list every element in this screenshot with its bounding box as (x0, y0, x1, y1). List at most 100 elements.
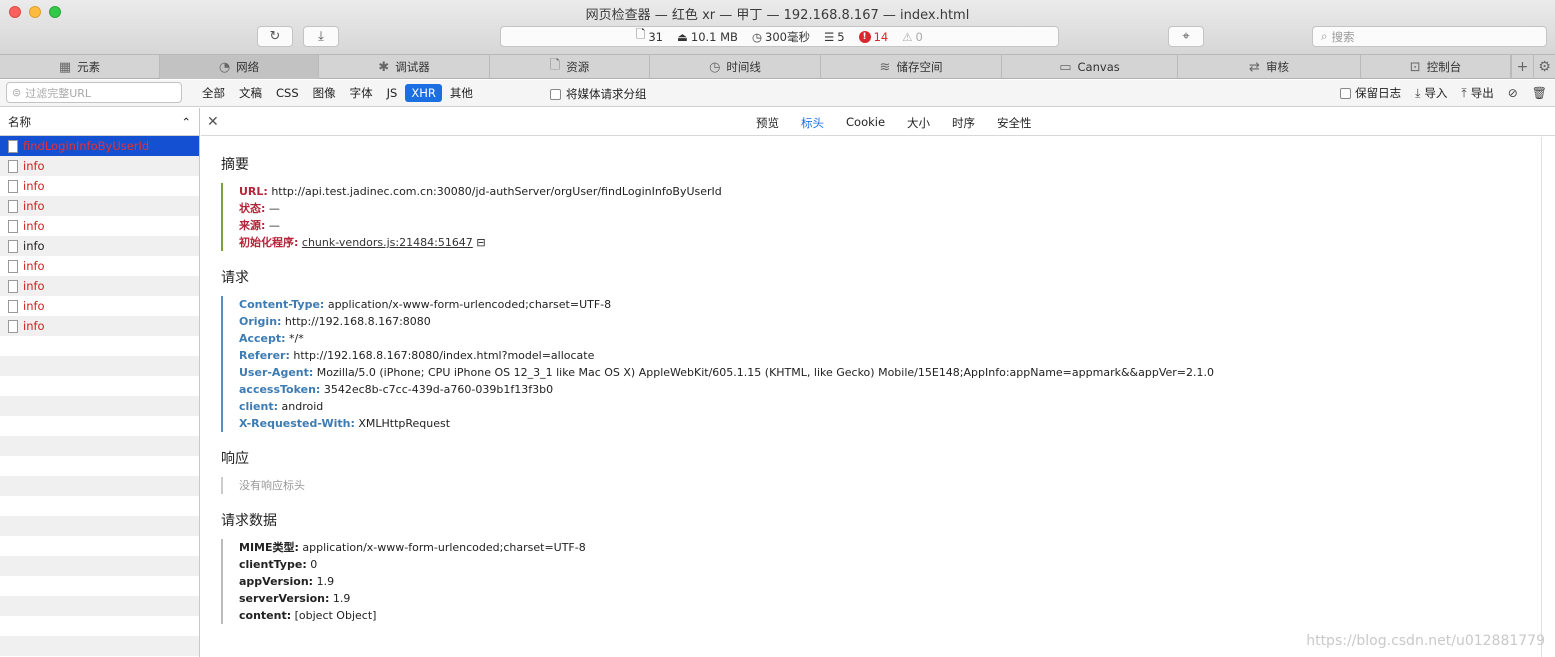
web-inspector-window: 网页检查器 — 红色 xr — 甲丁 — 192.168.8.167 — ind… (0, 0, 1555, 657)
document-icon (8, 279, 18, 293)
tab-sizes[interactable]: 大小 (907, 115, 930, 131)
table-row[interactable]: findLoginInfoByUserId (0, 136, 199, 156)
type-js[interactable]: JS (381, 84, 404, 102)
window-title: 网页检查器 — 红色 xr — 甲丁 — 192.168.8.167 — ind… (585, 8, 970, 23)
empty-response-note: 没有响应标头 (239, 479, 305, 492)
reload-button[interactable]: ↻ (257, 26, 293, 47)
type-images[interactable]: 图像 (307, 84, 342, 102)
search-input[interactable]: ⌕ 搜索 (1312, 26, 1547, 47)
detail-tab-bar: ✕ 预览 标头 Cookie 大小 时序 安全性 (201, 108, 1555, 136)
table-row[interactable]: info (0, 296, 199, 316)
table-row[interactable]: info (0, 316, 199, 336)
type-css[interactable]: CSS (270, 84, 305, 102)
request-header: client: android (239, 400, 324, 413)
request-header: Accept: */* (239, 332, 304, 345)
tab-resources[interactable]: 🗋 资源 (490, 55, 650, 79)
tab-timing[interactable]: 时序 (952, 115, 975, 131)
weight-icon: ⏏ (677, 29, 688, 44)
response-section: 响应 没有响应标头 (221, 448, 305, 494)
table-row[interactable]: info (0, 176, 199, 196)
type-documents[interactable]: 文稿 (233, 84, 268, 102)
request-header: User-Agent: Mozilla/5.0 (iPhone; CPU iPh… (239, 366, 1214, 379)
type-all[interactable]: 全部 (196, 84, 231, 102)
layout-icon: ▦ (58, 59, 72, 75)
tab-headers[interactable]: 标头 (801, 115, 824, 131)
request-data-item: serverVersion: 1.9 (239, 592, 351, 605)
tab-preview[interactable]: 预览 (756, 115, 779, 131)
checkbox-box[interactable] (550, 88, 561, 100)
response-headers-list: 没有响应标头 (221, 477, 305, 494)
error-count[interactable]: ! 14 (858, 30, 888, 44)
table-row[interactable]: info (0, 156, 199, 176)
scrollbar[interactable] (1541, 137, 1542, 657)
table-row[interactable]: info (0, 196, 199, 216)
checkbox-box[interactable] (1340, 87, 1352, 99)
filter-icon: ⊜ (12, 86, 22, 99)
download-icon: ⤓ (318, 29, 324, 44)
status-summary[interactable]: 🗋 31 ⏏ 10.1 MB ◷ 300毫秒 ☰ 5 ! 14 ⚠ 0 (500, 26, 1059, 47)
search-icon: ⌕ (1321, 29, 1328, 43)
error-icon: ! (858, 30, 871, 43)
tab-debugger[interactable]: ✱ 调试器 (319, 55, 490, 79)
call-stack-icon[interactable]: ⊟ (476, 236, 485, 249)
request-data-item: MIME类型: application/x-www-form-urlencode… (239, 541, 586, 554)
document-icon (8, 299, 18, 313)
transfer-size: ⏏ 10.1 MB (677, 29, 738, 44)
tab-cookies[interactable]: Cookie (846, 115, 885, 131)
detail-tabs: 预览 标头 Cookie 大小 时序 安全性 (756, 115, 1032, 131)
table-row[interactable]: info (0, 216, 199, 236)
table-row[interactable]: info (0, 256, 199, 276)
table-row[interactable]: info (0, 236, 199, 256)
request-header: Origin: http://192.168.8.167:8080 (239, 315, 431, 328)
tab-security[interactable]: 安全性 (997, 115, 1032, 131)
clock-icon: ◷ (751, 29, 762, 44)
summary-list: URL: http://api.test.jadinec.com.cn:3008… (221, 183, 722, 251)
add-tab-button[interactable]: + (1511, 55, 1533, 79)
type-xhr[interactable]: XHR (405, 84, 442, 102)
element-picker-button[interactable]: ⌖ (1168, 26, 1204, 47)
network-icon: ◔ (218, 59, 231, 75)
tab-storage[interactable]: ≋ 储存空间 (821, 55, 1002, 79)
preserve-log-checkbox[interactable]: 保留日志 (1340, 85, 1401, 101)
type-fonts[interactable]: 字体 (344, 84, 379, 102)
summary-initiator: 初始化程序: chunk-vendors.js:21484:51647 ⊟ (239, 236, 486, 249)
request-rows: findLoginInfoByUserId info info info inf… (0, 136, 199, 336)
export-icon: ⤒ (1461, 85, 1467, 100)
log-count[interactable]: ☰ 5 (824, 30, 845, 44)
group-media-checkbox[interactable]: 将媒体请求分组 (550, 86, 647, 102)
audit-icon: ⇄ (1249, 59, 1260, 75)
disable-cache-button[interactable]: ⊘ (1508, 86, 1518, 100)
import-button[interactable]: ⤓ 导入 (1415, 85, 1447, 101)
summary-status: 状态: — (239, 202, 280, 215)
summary-url: URL: http://api.test.jadinec.com.cn:3008… (239, 185, 722, 198)
close-detail-button[interactable]: ✕ (207, 114, 219, 130)
tab-timelines[interactable]: ◷ 时间线 (650, 55, 821, 79)
request-header: X-Requested-With: XMLHttpRequest (239, 417, 451, 430)
request-data-item: clientType: 0 (239, 558, 318, 571)
request-section: 请求 Content-Type: application/x-www-form-… (221, 267, 1214, 432)
warning-count[interactable]: ⚠ 0 (902, 30, 923, 44)
reload-icon: ↻ (269, 29, 281, 44)
request-header: accessToken: 3542ec8b-c7cc-439d-a760-039… (239, 383, 554, 396)
download-button[interactable]: ⤓ (303, 26, 339, 47)
tab-console[interactable]: ⊡ 控制台 (1361, 55, 1511, 79)
tab-audit[interactable]: ⇄ 审核 (1178, 55, 1361, 79)
table-row[interactable]: info (0, 276, 199, 296)
message-icon: ☰ (823, 29, 835, 44)
section-title: 请求 (221, 270, 249, 286)
name-column-header[interactable]: 名称 ⌃ (0, 108, 199, 136)
export-button[interactable]: ⤒ 导出 (1461, 85, 1493, 101)
tab-canvas[interactable]: ▭ Canvas (1002, 55, 1178, 79)
initiator-link[interactable]: chunk-vendors.js:21484:51647 (302, 236, 473, 249)
tab-elements[interactable]: ▦ 元素 (0, 55, 160, 79)
url-filter-input[interactable]: ⊜ 过滤完整URL (6, 82, 182, 103)
request-header: Content-Type: application/x-www-form-url… (239, 298, 612, 311)
clear-button[interactable]: 🗑 (1532, 86, 1547, 100)
type-other[interactable]: 其他 (444, 84, 479, 102)
plus-icon: + (1516, 59, 1529, 75)
console-icon: ⊡ (1409, 59, 1421, 75)
tab-network[interactable]: ◔ 网络 (160, 55, 319, 79)
settings-button[interactable]: ⚙ (1533, 55, 1555, 79)
request-data-item: appVersion: 1.9 (239, 575, 335, 588)
summary-section: 摘要 URL: http://api.test.jadinec.com.cn:3… (221, 154, 722, 251)
